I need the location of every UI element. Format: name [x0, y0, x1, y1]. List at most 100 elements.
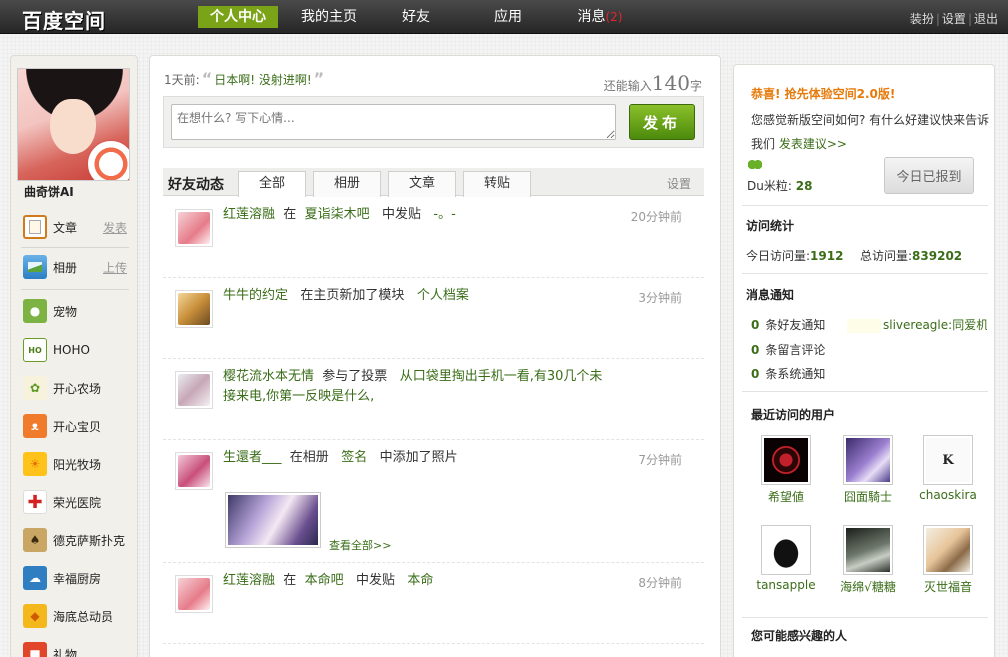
total-visits-value: 839202: [912, 249, 963, 263]
sidebar-item-texas-poker[interactable]: ♠ 德克萨斯扑克: [11, 521, 139, 559]
tab-all[interactable]: 全部: [238, 171, 306, 197]
feed-target-link[interactable]: 夏诣柒木吧: [305, 207, 370, 222]
visitor-avatar[interactable]: [843, 435, 893, 485]
sidebar-item-hoho[interactable]: HO HOHO: [11, 331, 139, 369]
baidu-space-logo[interactable]: 百度空间: [22, 5, 106, 33]
visitor-card[interactable]: K chaoskira: [908, 435, 988, 502]
settings-link[interactable]: 设置: [942, 12, 966, 26]
visitor-card[interactable]: 希望値: [746, 435, 826, 505]
feed-user-avatar[interactable]: [175, 209, 213, 247]
sidebar-item-finding-nemo[interactable]: ◆ 海底总动员: [11, 597, 139, 635]
feed-user-name[interactable]: 红莲溶融: [223, 573, 275, 588]
nav-messages-label: 消息: [577, 9, 606, 25]
tab-reposts[interactable]: 转贴: [463, 171, 531, 197]
nav-personal-center[interactable]: 个人中心: [198, 6, 278, 28]
fish-icon: ◆: [23, 604, 47, 628]
feed-item: 生還者___ 在相册 签名 中添加了照片 7分钟前 查看全部>>: [163, 440, 704, 563]
feed-user-avatar[interactable]: [175, 575, 213, 613]
visitor-card[interactable]: tansapple: [746, 525, 826, 592]
visitor-name[interactable]: 海绵√糖糖: [828, 578, 908, 595]
feed-item: 牛牛的约定 在主页新加了模块 个人档案 3分钟前: [163, 278, 704, 359]
feed-target-link[interactable]: 个人档案: [417, 288, 469, 303]
du-points-value: 28: [795, 179, 813, 193]
left-sidebar: 曲奇饼AI 文章 发表 相册 上传 ● 宠物 HO HOHO ✿ 开心农场 ᴥ …: [10, 55, 138, 657]
feed-user-name[interactable]: 樱花流水本无情: [223, 369, 314, 384]
logout-link[interactable]: 退出: [974, 12, 998, 26]
visitor-avatar[interactable]: [761, 435, 811, 485]
avatar[interactable]: [17, 68, 130, 181]
tab-articles[interactable]: 文章: [388, 171, 456, 197]
status-message[interactable]: 日本啊! 没射进啊!: [214, 73, 311, 87]
sidebar-item-happy-kitchen[interactable]: ☁ 幸福厨房: [11, 559, 139, 597]
sprout-icon: ✿: [23, 376, 47, 400]
nav-friends[interactable]: 好友: [394, 6, 438, 28]
sidebar-item-happy-baby[interactable]: ᴥ 开心宝贝: [11, 407, 139, 445]
red-cross-icon: ✚: [23, 490, 47, 514]
sidebar-item-pets[interactable]: ● 宠物: [11, 292, 139, 330]
feed-post-link[interactable]: -。-: [433, 207, 455, 222]
char-remaining-count: 140: [651, 71, 690, 95]
latest-status: 1天前: “日本啊! 没射进啊!”: [164, 69, 326, 88]
feed-user-name[interactable]: 生還者___: [223, 450, 282, 465]
total-visits: 总访问量:839202: [860, 249, 963, 263]
sidebar-item-photos[interactable]: 相册 上传: [11, 248, 139, 286]
sidebar-item-glory-hospital[interactable]: ✚ 荣光医院: [11, 483, 139, 521]
visitor-avatar[interactable]: K: [923, 435, 973, 485]
upload-photo-link[interactable]: 上传: [103, 259, 127, 276]
visitor-name[interactable]: tansapple: [746, 578, 826, 592]
status-input[interactable]: [171, 104, 616, 140]
dress-up-link[interactable]: 装扮: [910, 12, 934, 26]
feedback-link[interactable]: 发表建议>>: [779, 137, 847, 151]
feed-post-link[interactable]: 本命: [407, 573, 433, 588]
feed-item: 红莲溶融 在 夏诣柒木吧 中发贴 -。- 20分钟前: [163, 197, 704, 278]
friend-notice-preview[interactable]: slivereagle:同爱机: [883, 318, 987, 332]
publish-article-link[interactable]: 发表: [103, 219, 127, 236]
sun-icon: ☀: [23, 452, 47, 476]
notice-title: 消息通知: [746, 288, 795, 302]
gift-icon: ■: [23, 642, 47, 657]
close-quote-icon: ”: [313, 69, 325, 88]
profile-username[interactable]: 曲奇饼AI: [24, 183, 74, 200]
visitor-name[interactable]: chaoskira: [908, 488, 988, 502]
panda-icon: ●: [23, 299, 47, 323]
comment-notice[interactable]: 0 条留言评论: [751, 341, 825, 358]
visitor-card[interactable]: 海绵√糖糖: [828, 525, 908, 595]
nav-messages[interactable]: 消息(2): [572, 6, 628, 28]
sidebar-item-happy-farm[interactable]: ✿ 开心农场: [11, 369, 139, 407]
visitor-name[interactable]: 灭世福音: [908, 578, 988, 595]
sidebar-item-sunshine-ranch[interactable]: ☀ 阳光牧场: [11, 445, 139, 483]
feed-user-avatar[interactable]: [175, 452, 213, 490]
visitor-avatar[interactable]: [923, 525, 973, 575]
nav-apps[interactable]: 应用: [486, 6, 530, 28]
feed-user-avatar[interactable]: [175, 371, 213, 409]
notebook-icon: [23, 215, 47, 239]
friend-notice[interactable]: 0 条好友通知 slivereagle:同爱机: [751, 316, 991, 333]
nav-my-homepage[interactable]: 我的主页: [294, 6, 364, 28]
feed-user-avatar[interactable]: [175, 290, 213, 328]
feed-settings-link[interactable]: 设置: [667, 175, 691, 192]
feed-item: 红莲溶融 在 本命吧 中发贴 本命 8分钟前: [163, 563, 704, 644]
visitor-card[interactable]: 囧面騎士: [828, 435, 908, 505]
main-content: 1天前:“日本啊! 没射进啊!” 还能输入140字 发布 好友动态 全部 相册 …: [149, 55, 721, 657]
visitor-avatar[interactable]: [843, 525, 893, 575]
feed-user-name[interactable]: 红莲溶融: [223, 207, 275, 222]
visitor-avatar[interactable]: [761, 525, 811, 575]
visitor-card[interactable]: 灭世福音: [908, 525, 988, 595]
view-all-link[interactable]: 查看全部>>: [329, 537, 391, 553]
sidebar-item-gifts[interactable]: ■ 礼物: [11, 635, 139, 657]
sidebar-item-articles[interactable]: 文章 发表: [11, 208, 139, 246]
checked-in-button[interactable]: 今日已报到: [884, 157, 974, 194]
feed-target-link[interactable]: 本命吧: [305, 573, 344, 588]
feed-time: 8分钟前: [638, 576, 682, 590]
feed-photo-thumbnail[interactable]: [225, 492, 321, 548]
visitor-name[interactable]: 囧面騎士: [828, 488, 908, 505]
feed-time: 7分钟前: [638, 453, 682, 467]
tab-photos[interactable]: 相册: [313, 171, 381, 197]
feed-user-name[interactable]: 牛牛的约定: [223, 288, 288, 303]
system-notice[interactable]: 0 条系统通知: [751, 365, 825, 382]
feed-time: 3分钟前: [638, 291, 682, 305]
feed-target-link[interactable]: 签名: [341, 450, 367, 465]
publish-button[interactable]: 发布: [629, 104, 695, 140]
today-visits: 今日访问量:1912: [746, 249, 844, 263]
visitor-name[interactable]: 希望値: [746, 488, 826, 505]
